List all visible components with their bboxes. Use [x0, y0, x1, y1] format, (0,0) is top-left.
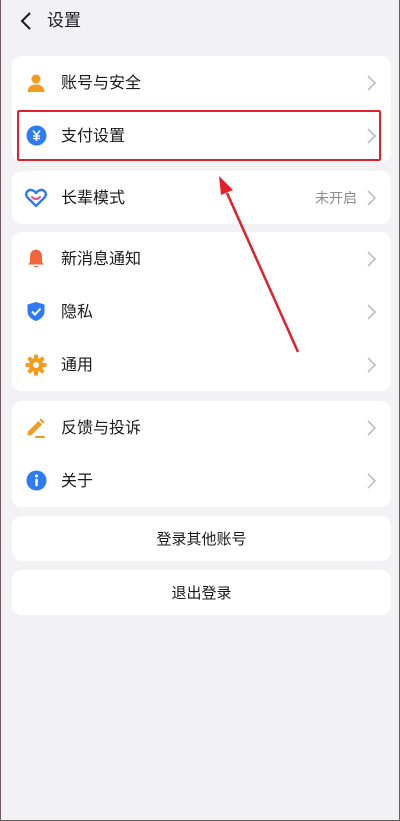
shield-icon: [25, 301, 47, 323]
chevron-right-icon: [367, 419, 377, 436]
chevron-right-icon: [367, 303, 377, 320]
status-value: 未开启: [315, 190, 357, 207]
user-icon: [25, 72, 47, 94]
row-label: 隐私: [61, 301, 94, 321]
switch-account-button[interactable]: 登录其他账号: [12, 516, 391, 561]
heart-icon: [25, 187, 47, 209]
chevron-right-icon: [367, 189, 377, 206]
row-label: 长辈模式: [61, 187, 126, 207]
row-notifications[interactable]: 新消息通知: [12, 232, 391, 285]
row-account-security[interactable]: 账号与安全: [12, 56, 391, 109]
row-label: 反馈与投诉: [61, 417, 142, 437]
logout-label: 退出登录: [171, 584, 232, 602]
row-label: 通用: [61, 354, 94, 374]
chevron-right-icon: [367, 74, 377, 91]
yuan-icon: [25, 125, 47, 147]
row-label: 关于: [61, 470, 94, 490]
chevron-right-icon: [367, 356, 377, 373]
account-section: 账号与安全 支付设置: [12, 56, 391, 162]
row-general[interactable]: 通用: [12, 338, 391, 391]
gear-icon: [25, 354, 47, 376]
chevron-right-icon: [367, 127, 377, 144]
row-label: 账号与安全: [61, 72, 142, 92]
row-feedback[interactable]: 反馈与投诉: [12, 401, 391, 454]
logout-button[interactable]: 退出登录: [12, 570, 391, 615]
row-about[interactable]: 关于: [12, 454, 391, 507]
row-label: 支付设置: [61, 125, 126, 145]
bell-icon: [25, 248, 47, 270]
chevron-left-icon: [20, 12, 31, 30]
general-section: 新消息通知 隐私 通用: [12, 232, 391, 391]
chevron-right-icon: [367, 472, 377, 489]
switch-account-label: 登录其他账号: [156, 530, 247, 548]
info-icon: [25, 470, 47, 492]
top-bar: 设置: [1, 0, 400, 44]
pencil-icon: [25, 417, 47, 439]
page-title: 设置: [47, 11, 81, 31]
chevron-right-icon: [367, 250, 377, 267]
about-section: 反馈与投诉 关于: [12, 401, 391, 507]
row-privacy[interactable]: 隐私: [12, 285, 391, 338]
row-payment-settings[interactable]: 支付设置: [12, 109, 391, 162]
row-label: 新消息通知: [61, 248, 142, 268]
back-button[interactable]: [15, 9, 37, 33]
row-elder-mode[interactable]: 长辈模式 未开启: [12, 171, 391, 224]
elder-mode-section: 长辈模式 未开启: [12, 171, 391, 224]
